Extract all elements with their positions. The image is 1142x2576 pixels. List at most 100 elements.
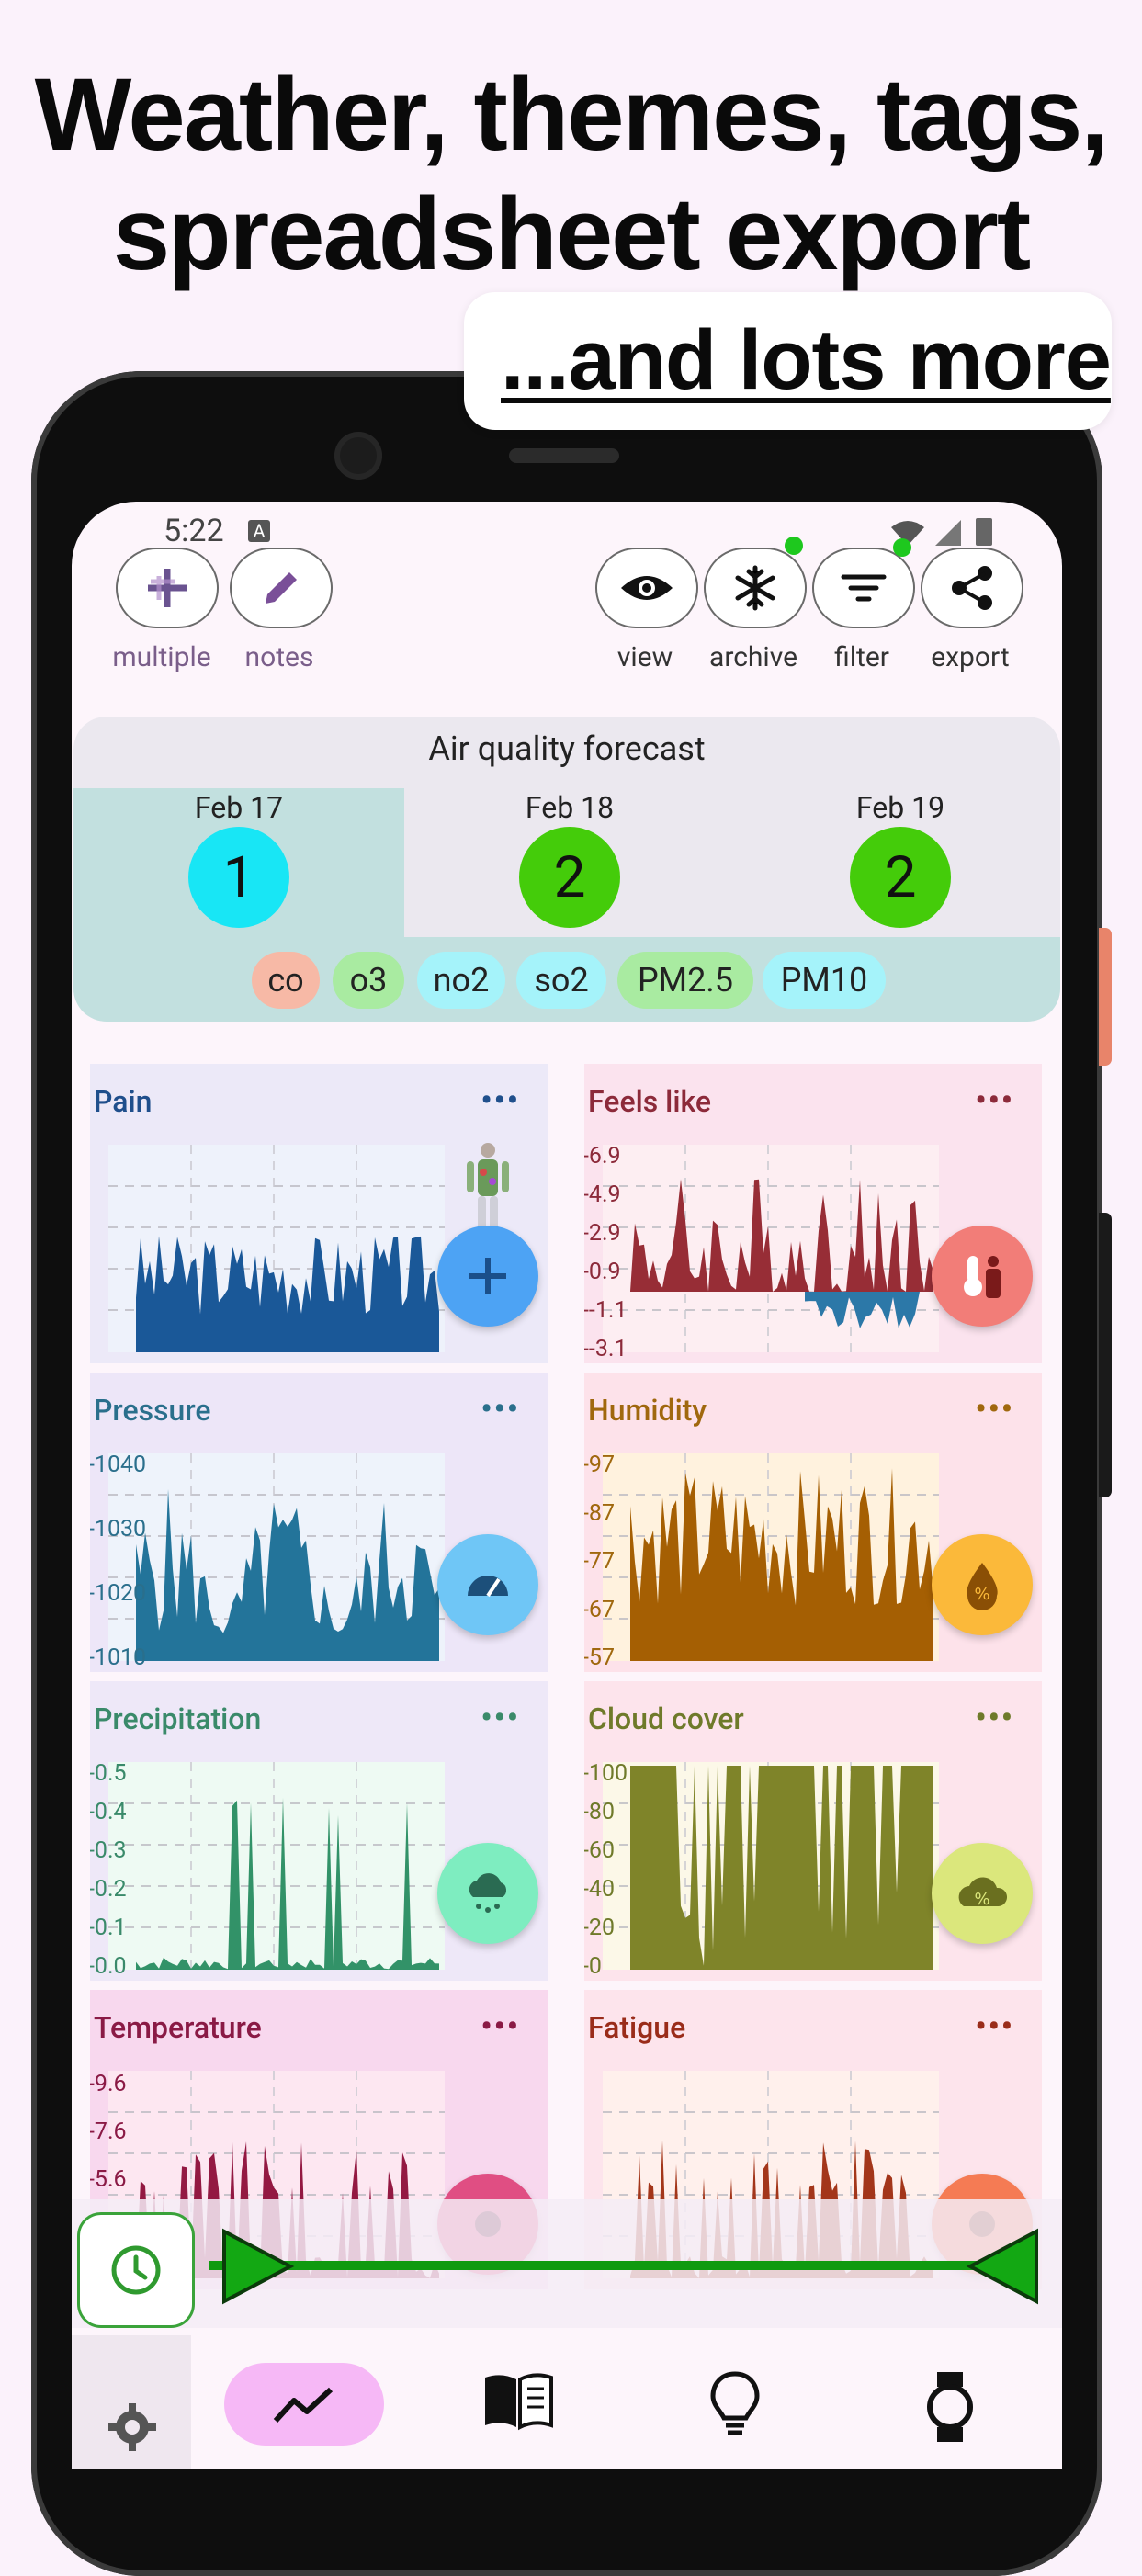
watch-icon[interactable] [922, 2370, 978, 2444]
clock-icon [111, 2245, 161, 2295]
aq-day-date: Feb 19 [855, 790, 945, 825]
card-y-axis-label: -97 [584, 1452, 616, 1478]
card-sparkline-chart [108, 1145, 445, 1352]
phone-side-button [1099, 928, 1112, 1066]
range-start-handle-icon [222, 2228, 295, 2305]
card-add-entry-button[interactable] [437, 1843, 538, 1944]
card-y-axis-label: --3.1 [584, 1336, 628, 1362]
multiple-button[interactable] [116, 548, 219, 628]
multiple-label: multiple [112, 641, 211, 673]
card-sparkline-chart [108, 1453, 445, 1661]
tracker-card[interactable]: Feels like ••• -6.9 -4.9 -2.9 -0.9 --1.1 --3.1 [584, 1064, 1042, 1363]
card-series-area [630, 1766, 933, 1970]
card-add-entry-button[interactable]: % [932, 1843, 1033, 1944]
card-y-axis-label: -0.4 [90, 1799, 127, 1825]
aq-index-badge[interactable]: 1 [188, 827, 289, 928]
card-sparkline-chart [603, 1762, 939, 1970]
promo-subheadline: ...and lots more [501, 313, 1112, 407]
cloud-percent-icon: % [958, 1877, 1008, 1909]
card-y-axis-label: -67 [584, 1596, 616, 1623]
card-title: Pressure [94, 1393, 211, 1428]
card-more-menu-icon[interactable]: ••• [481, 1082, 520, 1119]
humidity-drop-icon: % [967, 1563, 998, 1610]
card-title: Feels like [588, 1084, 711, 1119]
card-y-axis-label: -5.6 [90, 2166, 127, 2193]
tracker-card[interactable]: Pain ••• [90, 1064, 548, 1363]
card-add-entry-button[interactable] [437, 1226, 538, 1327]
aq-index-badge[interactable]: 2 [519, 827, 620, 928]
gear-icon[interactable] [107, 2401, 158, 2453]
card-y-axis-label: -7.6 [90, 2118, 127, 2145]
pollutant-chip-o3[interactable]: o3 [333, 952, 404, 1009]
card-more-menu-icon[interactable]: ••• [975, 2008, 1014, 2045]
gauge-icon [468, 1576, 508, 1598]
card-more-menu-icon[interactable]: ••• [481, 1391, 520, 1428]
time-range-button[interactable] [77, 2212, 195, 2328]
filter-button[interactable] [812, 548, 915, 628]
card-more-menu-icon[interactable]: ••• [975, 1391, 1014, 1428]
card-y-axis-label: -20 [584, 1915, 616, 1941]
card-y-axis-label: -9.6 [90, 2071, 127, 2097]
card-title: Cloud cover [588, 1701, 744, 1736]
bottom-navigation [72, 2335, 1062, 2469]
filter-status-dot [893, 538, 911, 557]
tracker-card[interactable]: Cloud cover ••• -100 -80 -60 -40 -20 -0% [584, 1681, 1042, 1981]
card-title: Temperature [94, 2010, 262, 2045]
svg-text:%: % [974, 1890, 989, 1909]
range-slider[interactable] [72, 2199, 1062, 2328]
plus-icon [469, 1258, 506, 1294]
trend-chart-icon [273, 2387, 334, 2423]
nav-charts-tab[interactable] [224, 2363, 384, 2446]
pollutant-chip-pm10[interactable]: PM10 [763, 952, 886, 1009]
view-button[interactable] [595, 548, 698, 628]
card-add-entry-button[interactable] [437, 1534, 538, 1635]
archive-status-dot [785, 537, 803, 555]
book-icon[interactable] [481, 2370, 555, 2431]
eye-icon [621, 576, 673, 600]
card-add-entry-button[interactable]: % [932, 1534, 1033, 1635]
pollutant-chip-so2[interactable]: so2 [516, 952, 606, 1009]
nav-settings-area [72, 2335, 191, 2469]
pollutant-chip-co[interactable]: co [252, 952, 320, 1009]
card-y-axis-label: -57 [584, 1644, 616, 1671]
card-y-axis-label: -87 [584, 1499, 616, 1527]
card-sparkline-chart [603, 1453, 939, 1661]
tracker-card[interactable]: Pressure ••• -1040 -1030 -1020 -1010 [90, 1373, 548, 1672]
card-more-menu-icon[interactable]: ••• [481, 1700, 520, 1736]
card-y-axis-label: -80 [584, 1799, 616, 1825]
card-y-axis-label: -0.2 [90, 1876, 127, 1903]
archive-button[interactable] [704, 548, 807, 628]
share-icon [952, 566, 992, 610]
card-sparkline-chart [603, 1145, 939, 1352]
aq-day-date: Feb 17 [194, 790, 284, 825]
app-screen: 5:22 A multiple notes view archive filte… [72, 502, 1062, 2469]
tracker-card[interactable]: Precipitation ••• -0.5 -0.4 -0.3 -0.2 -0.1 -0.0 [90, 1681, 548, 1981]
air-quality-title: Air quality forecast [428, 729, 706, 768]
card-y-axis-label: -0.5 [90, 1760, 127, 1787]
tracker-card[interactable]: Humidity ••• -97 -87 -77 -67 -57% [584, 1373, 1042, 1672]
card-y-axis-label: -40 [584, 1876, 616, 1903]
aq-index-badge[interactable]: 2 [850, 827, 951, 928]
card-y-axis-label: -0.0 [90, 1953, 127, 1980]
card-y-axis-label: -2.9 [584, 1220, 621, 1247]
card-y-axis-label: -60 [584, 1837, 616, 1864]
card-add-entry-button[interactable] [932, 1226, 1033, 1327]
card-more-menu-icon[interactable]: ••• [975, 1700, 1014, 1736]
card-more-menu-icon[interactable]: ••• [975, 1082, 1014, 1119]
svg-text:%: % [974, 1585, 989, 1604]
card-more-menu-icon[interactable]: ••• [481, 2008, 520, 2045]
air-quality-panel: Air quality forecast Feb 17 Feb 18 Feb 1… [73, 717, 1060, 1022]
promo-headline-line2: spreadsheet export [112, 176, 1031, 291]
card-title: Fatigue [588, 2010, 686, 2045]
card-title: Precipitation [94, 1701, 262, 1736]
pollutant-chip-no2[interactable]: no2 [417, 952, 505, 1009]
export-button[interactable] [921, 548, 1023, 628]
range-end-handle-icon [966, 2228, 1038, 2305]
pencil-icon [266, 572, 297, 604]
card-title: Pain [94, 1084, 153, 1119]
notes-button[interactable] [230, 548, 333, 628]
front-camera [334, 432, 382, 480]
pollutant-chip-pm25[interactable]: PM2.5 [617, 952, 753, 1009]
promo-headline-line1: Weather, themes, tags, [34, 57, 1110, 172]
lightbulb-icon[interactable] [709, 2370, 761, 2436]
